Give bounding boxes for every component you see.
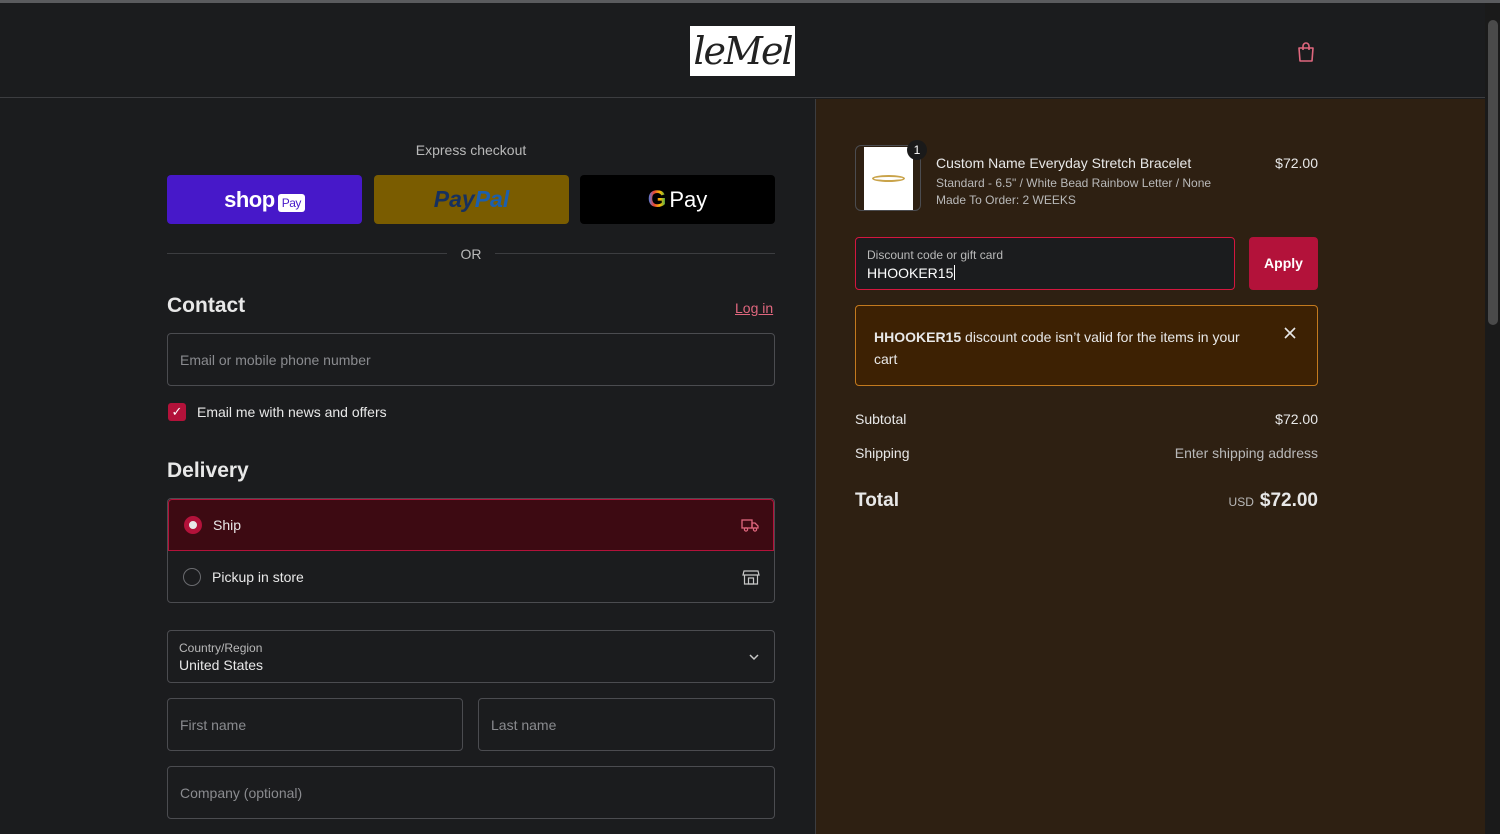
or-divider-label: OR bbox=[460, 246, 482, 262]
company-field[interactable] bbox=[167, 766, 775, 819]
contact-heading: Contact bbox=[167, 294, 246, 317]
country-value: United States bbox=[179, 657, 264, 673]
subtotal-label: Subtotal bbox=[855, 411, 907, 427]
close-icon[interactable] bbox=[1283, 326, 1297, 340]
total-label: Total bbox=[855, 490, 899, 511]
google-pay-logo: G Pay bbox=[647, 185, 708, 213]
discount-error-alert: HHOOKER15 discount code isn’t valid for … bbox=[855, 305, 1318, 386]
delivery-method-group: Ship Pickup in store bbox=[167, 498, 775, 603]
discount-label: Discount code or gift card bbox=[867, 248, 1004, 262]
subtotal-value: $72.00 bbox=[1275, 411, 1318, 427]
paypal-logo: PayPal bbox=[433, 186, 510, 212]
paypal-button[interactable]: PayPal bbox=[374, 175, 569, 224]
bracelet-image bbox=[872, 175, 905, 182]
delivery-option-ship[interactable]: Ship bbox=[168, 499, 774, 551]
scrollbar-thumb[interactable] bbox=[1488, 20, 1498, 325]
email-input[interactable] bbox=[168, 334, 774, 385]
product-image bbox=[864, 147, 913, 210]
delivery-option-pickup[interactable]: Pickup in store bbox=[168, 551, 774, 602]
divider-left bbox=[167, 253, 447, 254]
country-select[interactable]: Country/Region United States bbox=[167, 630, 775, 683]
shopping-bag-icon[interactable] bbox=[1296, 41, 1316, 63]
store-logo[interactable]: leMel bbox=[690, 26, 795, 76]
newsletter-label: Email me with news and offers bbox=[197, 404, 387, 420]
delivery-heading: Delivery bbox=[167, 459, 249, 482]
product-note: Made To Order: 2 WEEKS bbox=[936, 193, 1076, 207]
last-name-input[interactable] bbox=[479, 699, 774, 750]
ship-radio[interactable] bbox=[184, 516, 202, 534]
store-icon bbox=[742, 570, 760, 585]
chevron-down-icon bbox=[749, 654, 759, 661]
product-name: Custom Name Everyday Stretch Bracelet bbox=[936, 155, 1192, 171]
product-price: $72.00 bbox=[1275, 155, 1318, 171]
google-pay-button[interactable]: G Pay bbox=[580, 175, 775, 224]
product-variant: Standard - 6.5" / White Bead Rainbow Let… bbox=[936, 176, 1212, 190]
shop-pay-logo: shop Pay bbox=[224, 187, 305, 213]
newsletter-checkbox[interactable]: ✓ bbox=[168, 403, 186, 421]
subtotal-row: Subtotal $72.00 bbox=[855, 411, 1318, 427]
total-row: Total USD $72.00 bbox=[855, 490, 1318, 512]
pickup-radio[interactable] bbox=[183, 568, 201, 586]
pickup-label: Pickup in store bbox=[212, 569, 304, 585]
divider-right bbox=[495, 253, 775, 254]
alert-code: HHOOKER15 bbox=[874, 329, 962, 345]
quantity-badge: 1 bbox=[907, 140, 927, 160]
shipping-value: Enter shipping address bbox=[1174, 445, 1318, 461]
site-header: leMel bbox=[0, 3, 1485, 98]
email-field[interactable] bbox=[167, 333, 775, 386]
country-label: Country/Region bbox=[179, 641, 263, 655]
shipping-label: Shipping bbox=[855, 445, 910, 461]
discount-code-field[interactable]: Discount code or gift card HHOOKER15 bbox=[855, 237, 1235, 290]
truck-icon bbox=[741, 519, 759, 532]
total-value: $72.00 bbox=[1259, 490, 1318, 511]
ship-label: Ship bbox=[213, 517, 242, 533]
total-currency: USD bbox=[1228, 495, 1254, 509]
last-name-field[interactable] bbox=[478, 698, 775, 751]
shop-pay-button[interactable]: shop Pay bbox=[167, 175, 362, 224]
shipping-row: Shipping Enter shipping address bbox=[855, 445, 1318, 461]
apply-button[interactable]: Apply bbox=[1249, 237, 1318, 290]
express-checkout-title: Express checkout bbox=[415, 142, 527, 158]
log-in-link[interactable]: Log in bbox=[735, 300, 773, 316]
first-name-field[interactable] bbox=[167, 698, 463, 751]
company-input[interactable] bbox=[168, 767, 774, 818]
discount-input[interactable]: HHOOKER15 bbox=[867, 265, 956, 281]
first-name-input[interactable] bbox=[168, 699, 462, 750]
